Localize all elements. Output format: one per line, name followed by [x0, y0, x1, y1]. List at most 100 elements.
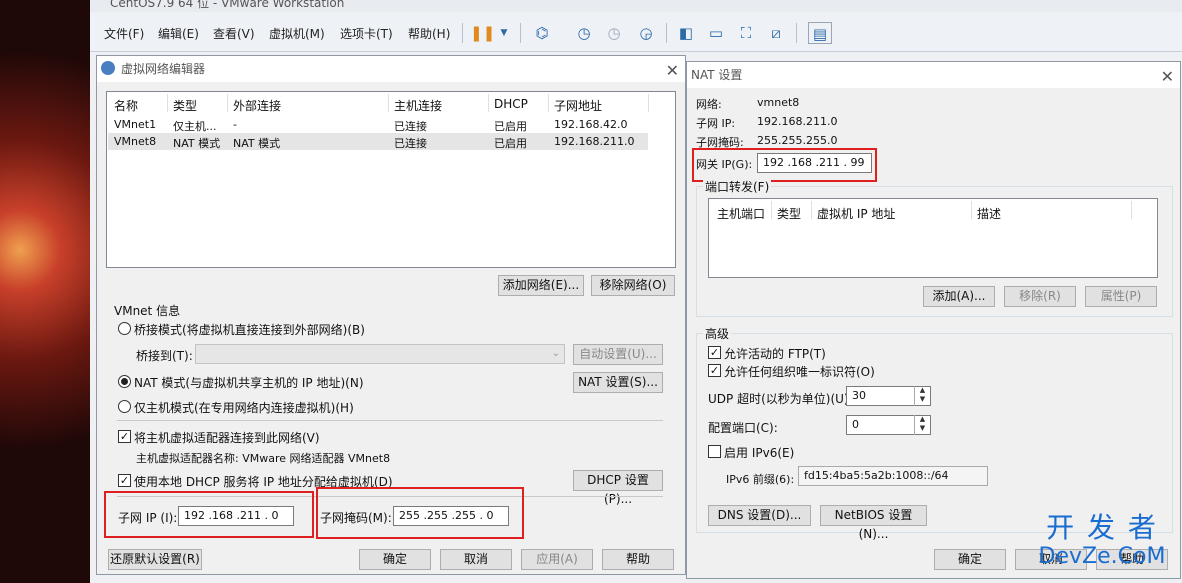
nat-mode-radio[interactable] — [118, 375, 131, 388]
snapshot-icon[interactable]: ◷ — [572, 22, 596, 44]
enable-ipv6-checkbox[interactable]: ✓ — [708, 445, 721, 458]
cell-name: VMnet8 — [114, 135, 157, 148]
cell-external: - — [233, 118, 237, 131]
cell-external: NAT 模式 — [233, 137, 281, 150]
cancel-button[interactable]: 取消 — [440, 549, 512, 570]
config-port-input[interactable]: 0 ▲ ▼ — [846, 415, 931, 435]
column-header-external[interactable]: 外部连接 — [233, 97, 281, 114]
nat-mode-label[interactable]: NAT 模式(与虚拟机共享主机的 IP 地址)(N) — [134, 374, 364, 391]
properties-button[interactable]: 属性(P) — [1085, 286, 1157, 307]
allow-oui-checkbox[interactable]: ✓ — [708, 364, 721, 377]
network-list[interactable]: 名称 类型 外部连接 主机连接 DHCP 子网地址 VMnet1 仅主机... … — [106, 91, 676, 268]
cell-type: 仅主机... — [173, 120, 217, 133]
virtual-network-editor-dialog: 虚拟网络编辑器 ✕ 名称 类型 外部连接 主机连接 DHCP 子网地址 VMne… — [96, 55, 686, 575]
nat-settings-button[interactable]: NAT 设置(S)... — [573, 372, 663, 393]
network-label: 网络: — [696, 98, 722, 111]
menu-bar: 文件(F) 编辑(E) 查看(V) 虚拟机(M) 选项卡(T) 帮助(H) ❚❚… — [90, 14, 1182, 52]
column-divider — [488, 94, 489, 112]
watermark-en: DevZe.CoM — [1038, 544, 1166, 569]
table-row[interactable]: VMnet1 仅主机... - 已连接 已启用 192.168.42.0 — [108, 116, 674, 133]
menu-file[interactable]: 文件(F) — [104, 25, 144, 42]
menu-tabs[interactable]: 选项卡(T) — [340, 25, 393, 42]
menu-edit[interactable]: 编辑(E) — [158, 25, 199, 42]
highlight-box — [316, 487, 524, 539]
network-icon[interactable]: ⌬ — [530, 22, 554, 44]
enable-ipv6-label[interactable]: 启用 IPv6(E) — [724, 444, 794, 461]
column-divider — [167, 94, 168, 112]
column-header-name[interactable]: 名称 — [114, 97, 138, 114]
add-port-button[interactable]: 添加(A)... — [923, 286, 995, 307]
ok-button[interactable]: 确定 — [934, 549, 1006, 570]
spinner-arrows-icon[interactable]: ▲ ▼ — [914, 386, 930, 406]
config-port-value: 0 — [852, 418, 859, 431]
highlight-box — [104, 491, 314, 538]
toolbar-separator — [520, 23, 521, 43]
column-divider — [771, 201, 772, 219]
column-header-host-port[interactable]: 主机端口 — [717, 205, 765, 222]
ipv6-prefix-input[interactable]: fd15:4ba5:5a2b:1008::/64 — [798, 466, 988, 486]
toolbar-separator — [796, 23, 797, 43]
table-row-selected[interactable]: VMnet8 NAT 模式 NAT 模式 已连接 已启用 192.168.211… — [108, 133, 648, 150]
column-header-vm-ip[interactable]: 虚拟机 IP 地址 — [817, 205, 895, 222]
connect-adapter-checkbox[interactable]: ✓ — [118, 430, 131, 443]
library-view-icon[interactable]: ▤ — [808, 22, 832, 44]
bridge-mode-label[interactable]: 桥接模式(将虚拟机直接连接到外部网络)(B) — [134, 321, 365, 338]
menu-vm[interactable]: 虚拟机(M) — [269, 25, 325, 42]
bridge-to-label: 桥接到(T): — [136, 349, 193, 363]
subnet-ip-label: 子网 IP: — [696, 117, 736, 130]
host-only-label[interactable]: 仅主机模式(在专用网络内连接虚拟机)(H) — [134, 399, 354, 416]
udp-timeout-input[interactable]: 30 ▲ ▼ — [846, 386, 931, 406]
revert-snapshot-icon[interactable]: ◷ — [602, 22, 626, 44]
column-header-type[interactable]: 类型 — [777, 205, 801, 222]
use-dhcp-checkbox[interactable]: ✓ — [118, 474, 131, 487]
config-port-label: 配置端口(C): — [708, 421, 778, 435]
allow-ftp-label[interactable]: 允许活动的 FTP(T) — [724, 345, 826, 362]
cell-dhcp: 已启用 — [494, 120, 527, 133]
menu-help[interactable]: 帮助(H) — [408, 25, 450, 42]
column-header-dhcp[interactable]: DHCP — [494, 97, 528, 111]
close-icon[interactable]: ✕ — [1161, 64, 1174, 90]
dhcp-settings-button[interactable]: DHCP 设置(P)... — [573, 470, 663, 506]
dns-settings-button[interactable]: DNS 设置(D)... — [708, 505, 811, 526]
apply-button[interactable]: 应用(A) — [521, 549, 593, 570]
fullscreen-icon[interactable]: ⛶ — [734, 22, 758, 44]
pause-icon[interactable]: ❚❚ — [470, 22, 495, 44]
remove-network-button[interactable]: 移除网络(O) — [591, 275, 675, 296]
bridge-mode-radio[interactable] — [118, 322, 131, 335]
close-icon[interactable]: ✕ — [666, 58, 679, 84]
help-button[interactable]: 帮助 — [602, 549, 674, 570]
column-header-type[interactable]: 类型 — [173, 97, 197, 114]
auto-settings-button[interactable]: 自动设置(U)... — [573, 344, 663, 365]
column-header-description[interactable]: 描述 — [977, 205, 1001, 222]
snapshot-manager-icon[interactable]: ◶ — [634, 22, 658, 44]
add-network-button[interactable]: 添加网络(E)... — [498, 275, 584, 296]
port-forwarding-list[interactable]: 主机端口 类型 虚拟机 IP 地址 描述 — [708, 198, 1158, 278]
toolbar-separator — [666, 23, 667, 43]
bridge-to-select[interactable]: ⌄ — [195, 344, 565, 364]
network-editor-icon — [101, 61, 115, 75]
toolbar-separator — [462, 23, 463, 43]
netbios-settings-button[interactable]: NetBIOS 设置(N)... — [820, 505, 927, 541]
remove-port-button[interactable]: 移除(R) — [1004, 286, 1076, 307]
allow-oui-label[interactable]: 允许任何组织唯一标识符(O) — [724, 363, 875, 380]
cell-type: NAT 模式 — [173, 137, 221, 150]
vmnet-info-label: VMnet 信息 — [114, 304, 181, 318]
ok-button[interactable]: 确定 — [359, 549, 431, 570]
column-header-subnet[interactable]: 子网地址 — [554, 97, 602, 114]
host-only-radio[interactable] — [118, 400, 131, 413]
watermark-cn: 开 发 者 — [1046, 511, 1158, 544]
sidebar-icon[interactable]: ◧ — [674, 22, 698, 44]
window-title: CentOS7.9 64 位 - VMware Workstation — [90, 0, 1182, 12]
connect-adapter-label[interactable]: 将主机虚拟适配器连接到此网络(V) — [134, 429, 320, 446]
column-divider — [648, 94, 649, 112]
allow-ftp-checkbox[interactable]: ✓ — [708, 346, 721, 359]
console-view-icon[interactable]: ▭ — [704, 22, 728, 44]
menu-view[interactable]: 查看(V) — [213, 25, 255, 42]
unity-icon[interactable]: ⧄ — [764, 22, 788, 44]
chevron-down-icon[interactable]: ▼ — [492, 22, 516, 44]
spinner-arrows-icon[interactable]: ▲ ▼ — [914, 415, 930, 435]
column-header-host[interactable]: 主机连接 — [394, 97, 442, 114]
restore-default-button[interactable]: 还原默认设置(R) — [108, 549, 202, 570]
dialog-titlebar: 虚拟网络编辑器 ✕ — [97, 56, 685, 82]
column-divider — [548, 94, 549, 112]
